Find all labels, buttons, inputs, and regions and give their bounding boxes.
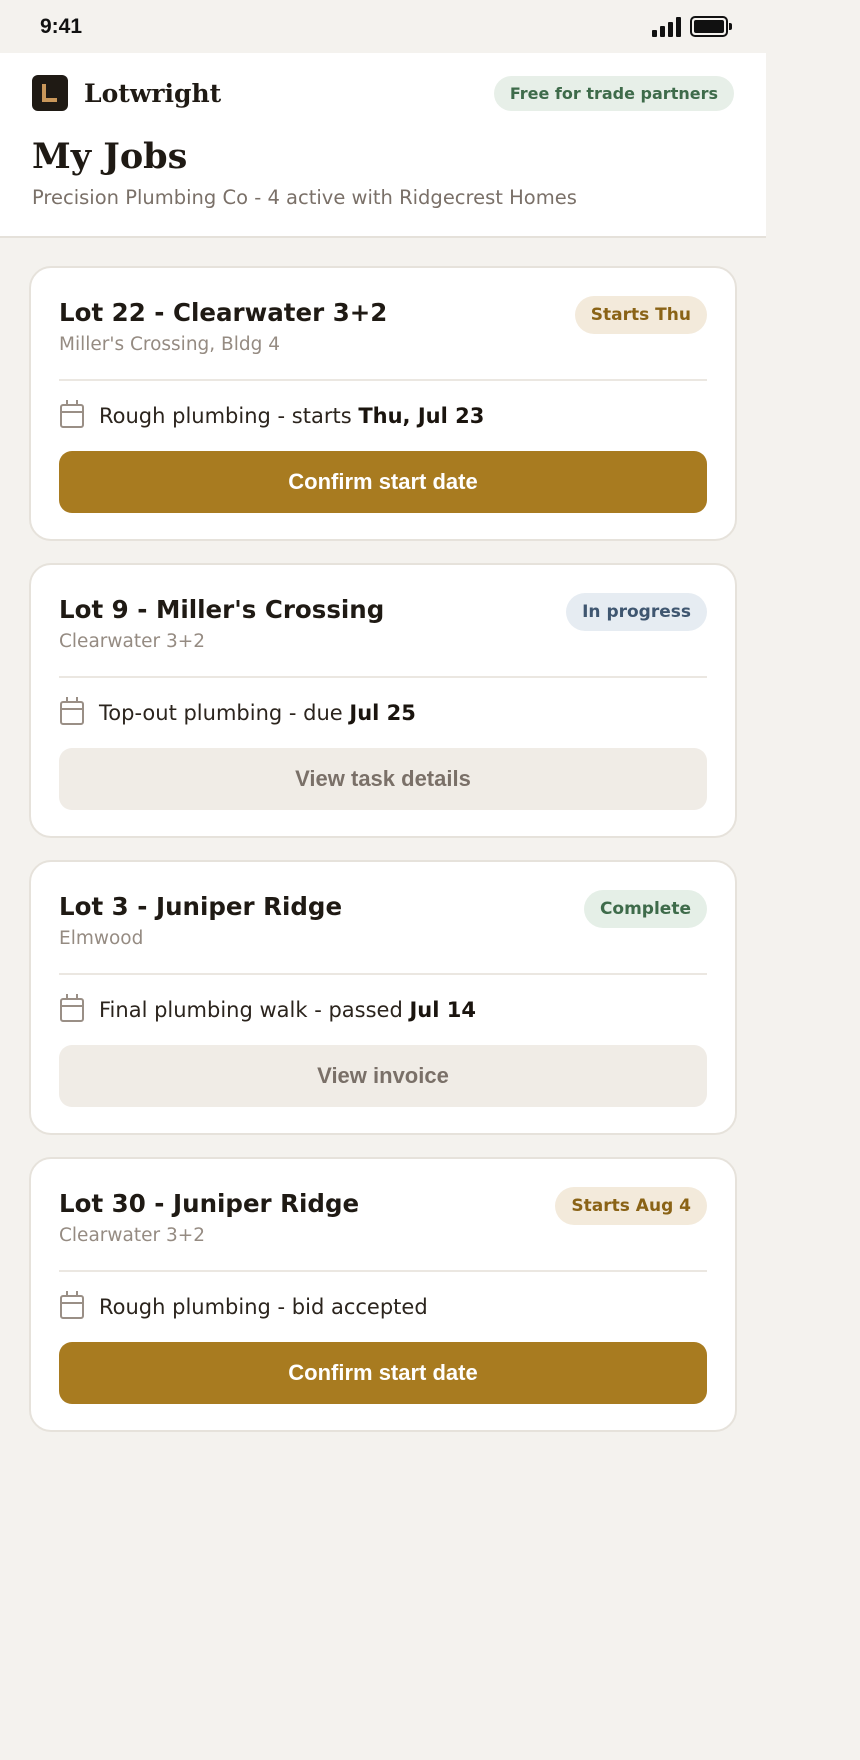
view-task-details-button[interactable]: View task details bbox=[59, 748, 707, 810]
task-text: Top-out plumbing - due bbox=[99, 701, 350, 725]
job-title: Lot 22 - Clearwater 3+2 bbox=[59, 298, 388, 327]
calendar-icon bbox=[60, 1291, 84, 1319]
partner-badge: Free for trade partners bbox=[493, 75, 734, 111]
brand[interactable]: Lotwright bbox=[32, 75, 221, 111]
task-text: Rough plumbing - bid accepted bbox=[99, 1295, 428, 1319]
status-icons bbox=[652, 16, 732, 37]
task-row: Top-out plumbing - due Jul 25 bbox=[59, 678, 707, 748]
task-text: Final plumbing walk - passed bbox=[99, 998, 410, 1022]
status-time: 9:41 bbox=[40, 14, 83, 38]
job-subtitle: Clearwater 3+2 bbox=[59, 1225, 206, 1246]
confirm-start-date-button[interactable]: Confirm start date bbox=[59, 451, 707, 513]
job-list: Lot 22 - Clearwater 3+2 Miller's Crossin… bbox=[0, 238, 766, 1432]
task-label: Rough plumbing - starts Thu, Jul 23 bbox=[99, 404, 484, 428]
job-card-header: Lot 22 - Clearwater 3+2 Miller's Crossin… bbox=[59, 268, 707, 381]
task-row: Final plumbing walk - passed Jul 14 bbox=[59, 975, 707, 1045]
task-row: Rough plumbing - starts Thu, Jul 23 bbox=[59, 381, 707, 451]
job-title: Lot 9 - Miller's Crossing bbox=[59, 595, 385, 624]
page-header: Lotwright Free for trade partners My Job… bbox=[0, 53, 766, 238]
job-card[interactable]: Lot 3 - Juniper Ridge Elmwood Complete F… bbox=[29, 860, 737, 1135]
status-badge: In progress bbox=[566, 593, 707, 631]
view-invoice-button[interactable]: View invoice bbox=[59, 1045, 707, 1107]
job-card-header: Lot 9 - Miller's Crossing Clearwater 3+2… bbox=[59, 565, 707, 678]
page-title: My Jobs bbox=[32, 136, 188, 177]
calendar-icon bbox=[60, 994, 84, 1022]
task-text: Rough plumbing - starts bbox=[99, 404, 359, 428]
status-bar: 9:41 bbox=[0, 0, 766, 53]
job-card-header: Lot 30 - Juniper Ridge Clearwater 3+2 St… bbox=[59, 1159, 707, 1272]
status-badge: Starts Aug 4 bbox=[555, 1187, 707, 1225]
battery-icon bbox=[690, 16, 732, 37]
job-card[interactable]: Lot 22 - Clearwater 3+2 Miller's Crossin… bbox=[29, 266, 737, 541]
brand-row: Lotwright Free for trade partners bbox=[32, 75, 734, 111]
job-title: Lot 3 - Juniper Ridge bbox=[59, 892, 343, 921]
job-card[interactable]: Lot 30 - Juniper Ridge Clearwater 3+2 St… bbox=[29, 1157, 737, 1432]
job-subtitle: Miller's Crossing, Bldg 4 bbox=[59, 334, 281, 355]
calendar-icon bbox=[60, 400, 84, 428]
app-logo-icon bbox=[32, 75, 68, 111]
status-badge: Complete bbox=[583, 890, 707, 928]
task-date: Thu, Jul 23 bbox=[358, 404, 485, 428]
job-subtitle: Clearwater 3+2 bbox=[59, 631, 206, 652]
page-subtitle: Precision Plumbing Co - 4 active with Ri… bbox=[32, 186, 577, 209]
calendar-icon bbox=[60, 697, 84, 725]
app-name: Lotwright bbox=[84, 78, 222, 108]
confirm-start-date-button[interactable]: Confirm start date bbox=[59, 1342, 707, 1404]
signal-icon bbox=[652, 16, 681, 37]
job-subtitle: Elmwood bbox=[59, 928, 144, 949]
job-card-header: Lot 3 - Juniper Ridge Elmwood Complete bbox=[59, 862, 707, 975]
task-date: Jul 14 bbox=[409, 998, 476, 1022]
task-label: Final plumbing walk - passed Jul 14 bbox=[99, 998, 476, 1022]
task-label: Rough plumbing - bid accepted bbox=[99, 1295, 428, 1319]
job-title: Lot 30 - Juniper Ridge bbox=[59, 1189, 360, 1218]
job-card[interactable]: Lot 9 - Miller's Crossing Clearwater 3+2… bbox=[29, 563, 737, 838]
status-badge: Starts Thu bbox=[574, 296, 707, 334]
task-label: Top-out plumbing - due Jul 25 bbox=[99, 701, 416, 725]
task-date: Jul 25 bbox=[349, 701, 416, 725]
task-row: Rough plumbing - bid accepted bbox=[59, 1272, 707, 1342]
